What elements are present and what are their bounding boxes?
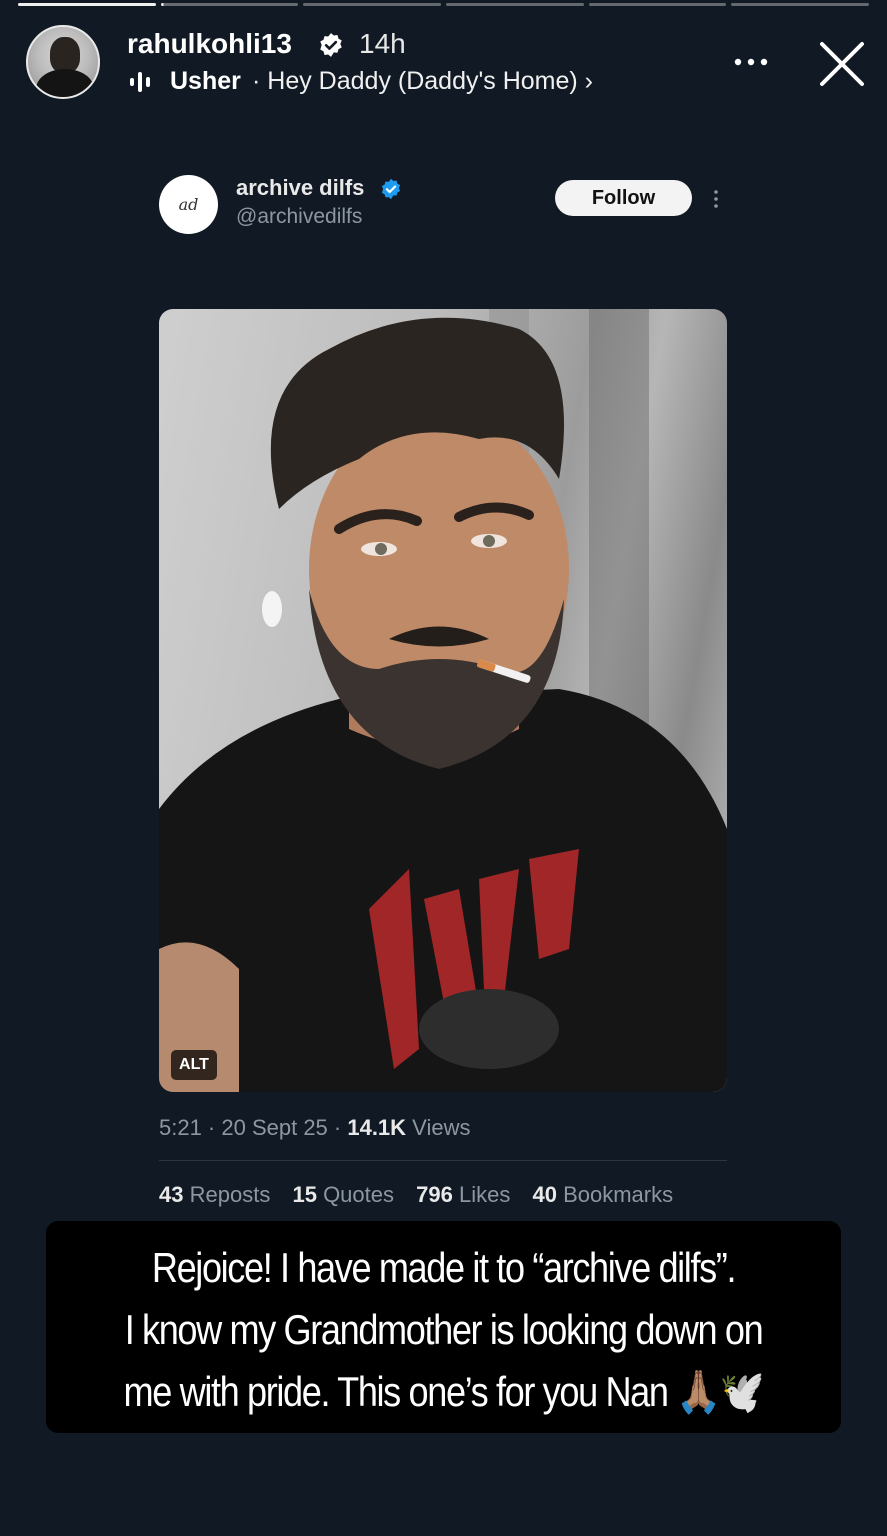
quote-label: Quotes [323,1182,394,1207]
like-label: Likes [458,1182,511,1207]
avatar-head [50,37,80,73]
tweet-divider [159,1160,727,1161]
tweet-stats: 43 Reposts 15 Quotes 796 Likes 40 Bookma… [159,1182,689,1208]
progress-segment [731,3,870,6]
quote-count: 15 [292,1182,317,1207]
story-caption: Rejoice! I have made it to “archive dilf… [46,1221,841,1433]
caption-line: Rejoice! I have made it to “archive dilf… [151,1244,737,1291]
progress-segment [160,3,299,6]
profile-avatar[interactable] [26,25,100,99]
tweet-author-name[interactable]: archive dilfs [236,175,364,201]
music-artist[interactable]: Usher [170,67,241,96]
avatar-body [36,69,94,97]
tweet-verified-icon [381,178,401,200]
more-options-icon[interactable] [730,50,772,74]
selfie-illustration [159,309,727,1092]
like-count: 796 [416,1182,453,1207]
bookmark-count: 40 [532,1182,557,1207]
repost-count: 43 [159,1182,184,1207]
progress-segment [588,3,727,6]
verified-icon [320,33,342,57]
close-icon[interactable] [818,40,866,88]
tweet-more-icon[interactable] [711,188,721,210]
post-time: 14h [359,28,406,59]
tweet-timestamp: 5:21 · 20 Sept 25 · [159,1115,348,1140]
like-stat[interactable]: 796 Likes [416,1182,510,1207]
tweet-metadata: 5:21 · 20 Sept 25 · 14.1K Views [159,1115,470,1141]
follow-button[interactable]: Follow [555,180,692,216]
story-progress-bar [18,3,870,6]
progress-segment [446,3,584,6]
caption-line: I know my Grandmother is looking down on [124,1306,764,1353]
quote-stat[interactable]: 15 Quotes [292,1182,394,1207]
alt-text-badge[interactable]: ALT [171,1050,217,1080]
tweet-photo[interactable] [159,309,727,1092]
music-song-title[interactable]: · Hey Daddy (Daddy's Home) › [252,67,593,96]
tweet-author-avatar[interactable]: ad [159,175,218,234]
progress-segment [303,3,442,6]
repost-label: Reposts [189,1182,271,1207]
caption-line: me with pride. This one’s for you Nan 🙏🏽… [123,1368,765,1415]
repost-stat[interactable]: 43 Reposts [159,1182,270,1207]
progress-segment [18,3,156,6]
tweet-author-handle[interactable]: @archivedilfs [236,205,362,229]
username[interactable]: rahulkohli13 [127,28,292,60]
bookmark-stat[interactable]: 40 Bookmarks [532,1182,673,1207]
tweet-views-label: Views [406,1115,471,1140]
tweet-views-count: 14.1K [347,1115,407,1140]
bookmark-label: Bookmarks [563,1182,674,1207]
music-bars-icon [130,72,150,92]
